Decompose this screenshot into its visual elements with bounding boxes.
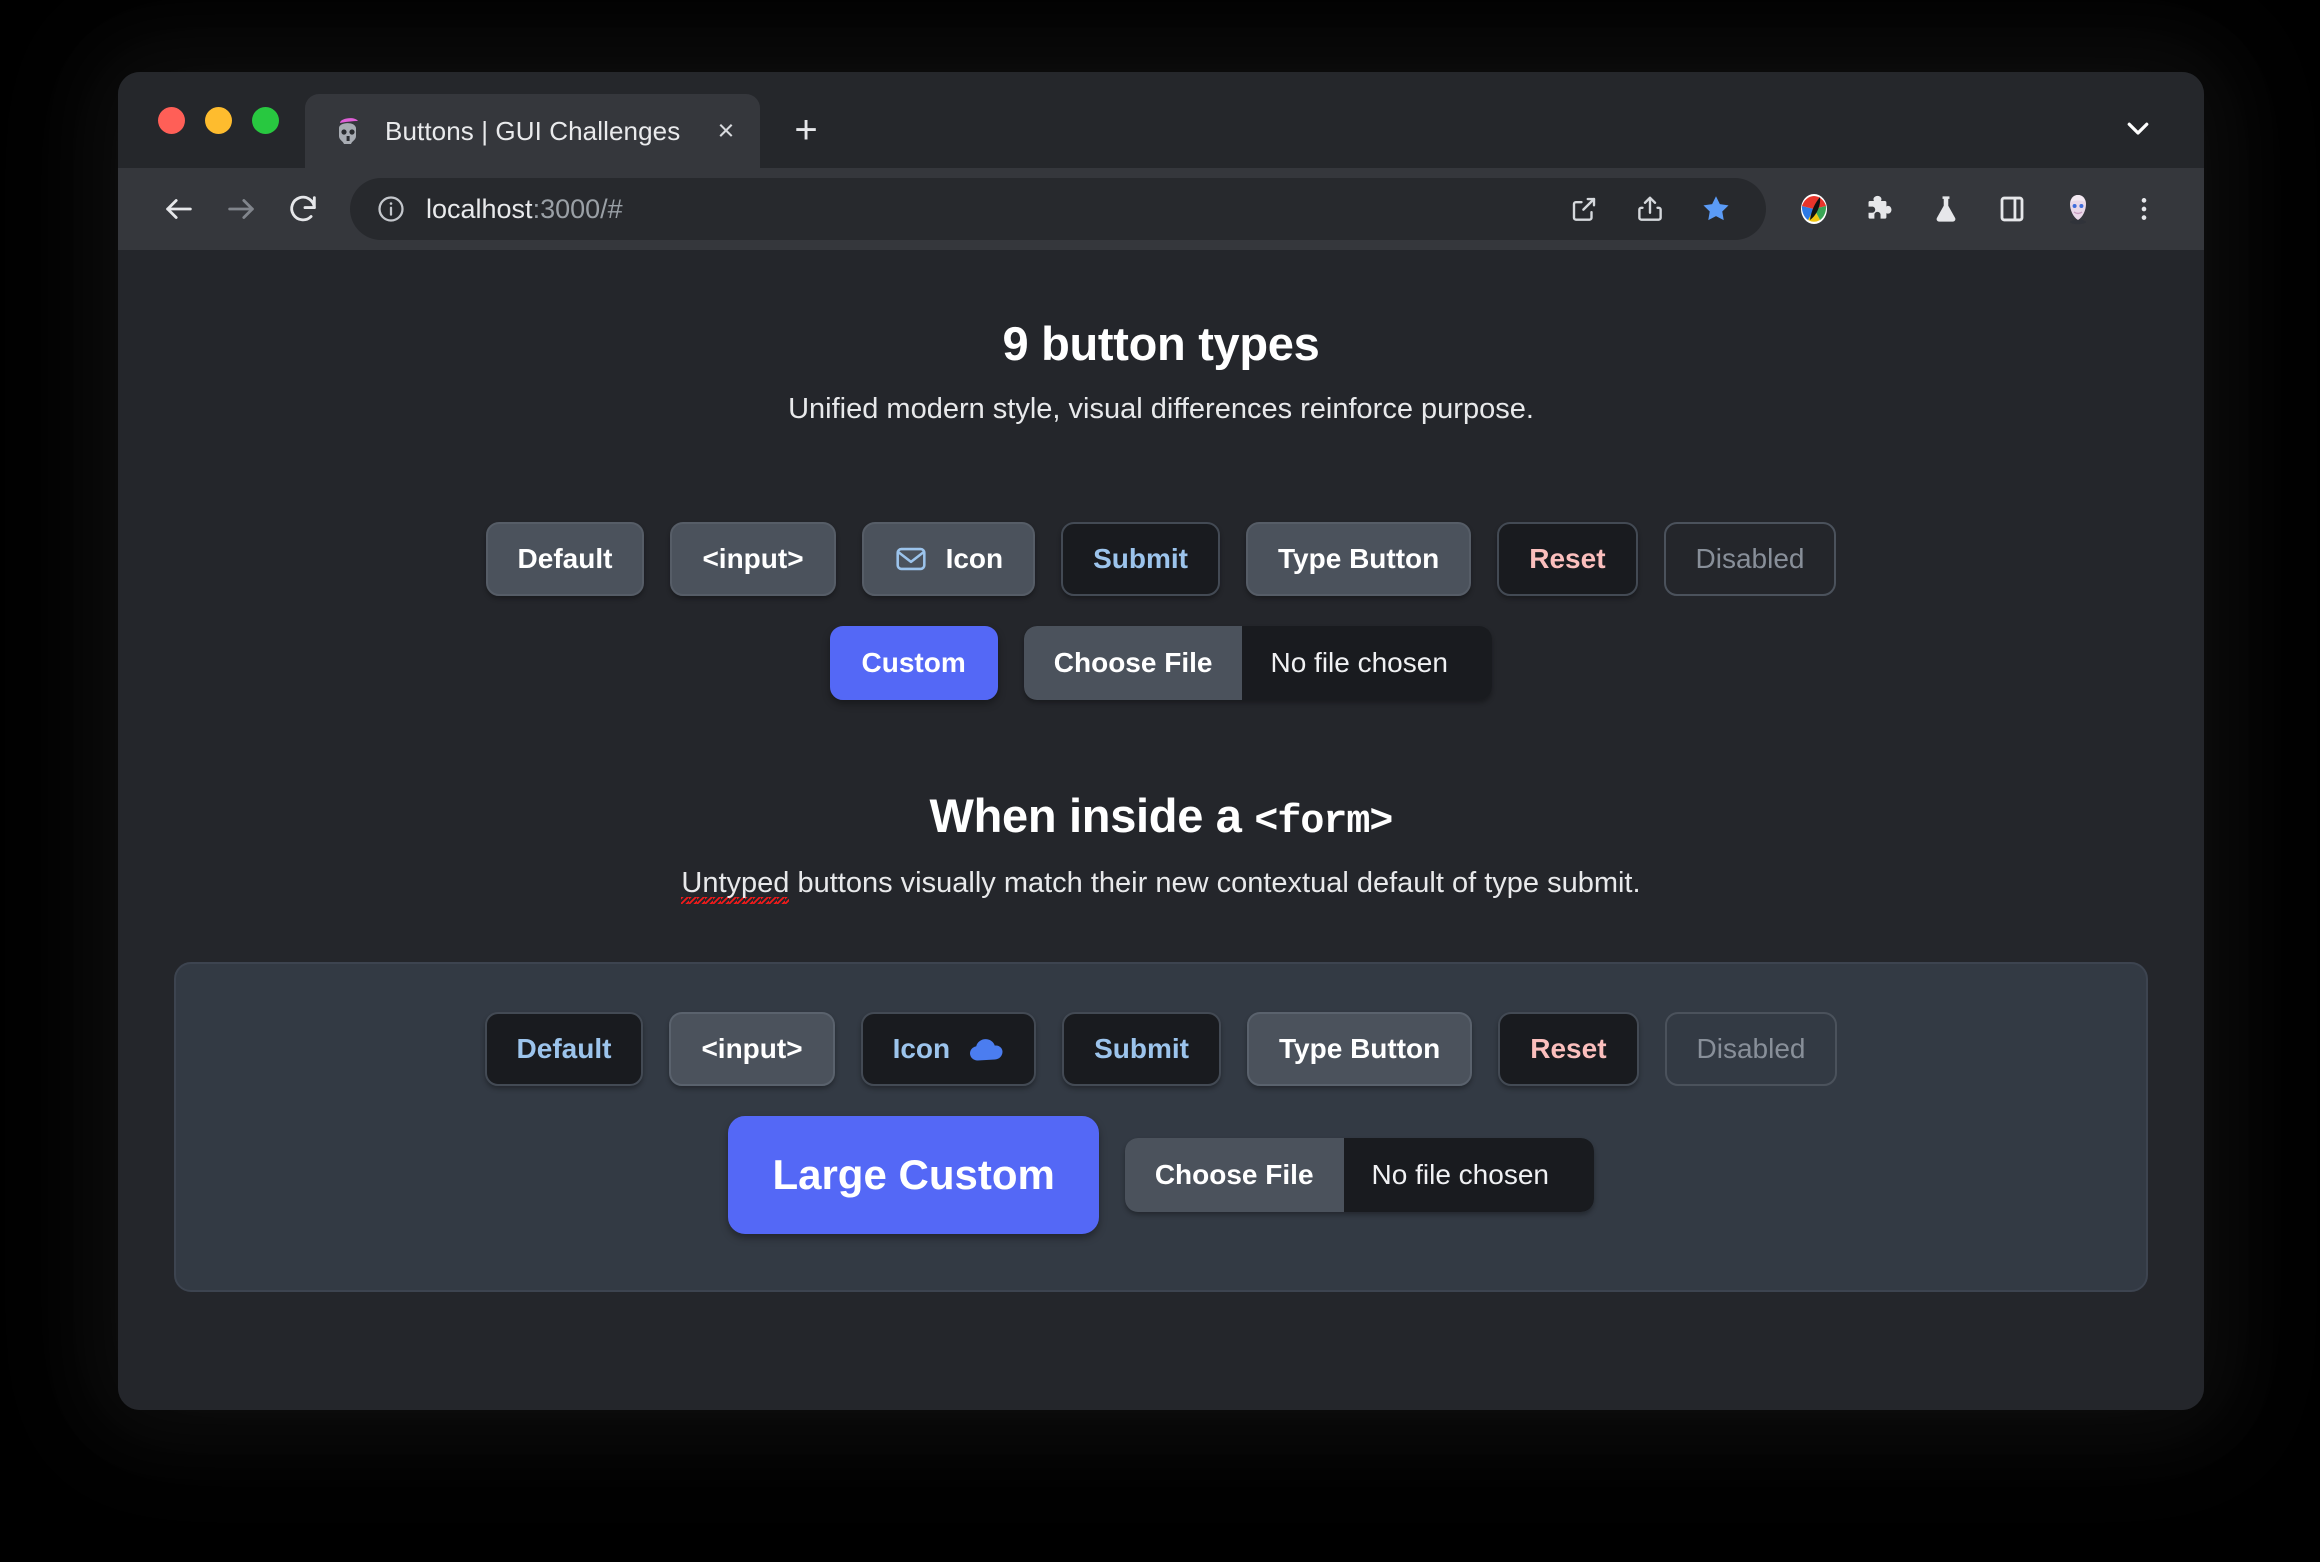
window-maximize-button[interactable] (252, 106, 279, 134)
browser-tab[interactable]: Buttons | GUI Challenges × (305, 94, 760, 168)
form-file-status-label: No file chosen (1343, 1138, 1594, 1212)
browser-tab-title: Buttons | GUI Challenges (385, 115, 681, 146)
form-tag-literal: <form> (1254, 800, 1393, 845)
form-button-reset[interactable]: Reset (1498, 1012, 1639, 1086)
file-status-label: No file chosen (1242, 626, 1493, 700)
button-custom[interactable]: Custom (829, 626, 998, 700)
tab-close-icon[interactable]: × (706, 111, 746, 151)
site-info-icon[interactable] (376, 194, 406, 224)
button-label: Submit (1094, 1033, 1190, 1064)
extension-icons (1788, 183, 2170, 235)
chevron-down-icon[interactable] (2116, 106, 2160, 150)
open-external-icon[interactable] (1556, 181, 1612, 237)
page-viewport: 9 button types Unified modern style, vis… (118, 250, 2204, 1410)
form-button-disabled: Disabled (1664, 1012, 1838, 1086)
demo-form: Default <input> Icon Submit Type Button … (174, 962, 2148, 1292)
form-section-title-text: When inside a (929, 789, 1255, 842)
form-section-subtitle-rest: buttons visually match their new context… (789, 867, 1641, 899)
button-icon[interactable]: Icon (861, 522, 1036, 596)
button-submit[interactable]: Submit (1061, 522, 1221, 596)
mail-envelope-icon (894, 542, 928, 576)
form-button-icon[interactable]: Icon (860, 1012, 1037, 1086)
form-button-row-1: Default <input> Icon Submit Type Button … (176, 1012, 2146, 1086)
profile-avatar-icon[interactable] (2052, 183, 2104, 235)
page-title: 9 button types (1002, 317, 1320, 370)
omnibox-url-text: localhost:3000/# (426, 194, 623, 225)
three-dot-menu-icon[interactable] (2118, 183, 2170, 235)
forward-arrow-icon[interactable] (210, 178, 272, 240)
reload-icon[interactable] (272, 178, 334, 240)
button-default[interactable]: Default (485, 522, 645, 596)
back-arrow-icon[interactable] (148, 178, 210, 240)
button-label: Default (517, 543, 613, 574)
form-section-subtitle: Untyped buttons visually match their new… (118, 867, 2204, 908)
form-section-title: When inside a <form> (118, 788, 2204, 845)
color-wheel-extension-icon[interactable] (1788, 183, 1840, 235)
cloud-icon (968, 1034, 1004, 1064)
form-button-type-button[interactable]: Type Button (1247, 1012, 1473, 1086)
button-label: Large Custom (772, 1151, 1055, 1198)
form-button-row-2: Large Custom Choose File No file chosen (176, 1116, 2146, 1234)
tab-strip: Buttons | GUI Challenges × + (118, 72, 2204, 168)
button-label: <input> (702, 543, 804, 574)
form-button-input[interactable]: <input> (669, 1012, 835, 1086)
standalone-button-row-1: Default <input> Icon Submit Type Button … (118, 522, 2204, 596)
omnibox-actions (1556, 181, 1744, 237)
flask-experiments-icon[interactable] (1920, 183, 1972, 235)
page-content: 9 button types Unified modern style, vis… (118, 250, 2204, 1292)
window-minimize-button[interactable] (205, 106, 232, 134)
window-close-button[interactable] (158, 106, 185, 134)
form-choose-file-button[interactable]: Choose File (1124, 1138, 1344, 1212)
skull-mohawk-favicon (331, 114, 365, 148)
button-input[interactable]: <input> (670, 522, 836, 596)
button-label: Type Button (1279, 1033, 1441, 1064)
url-host: localhost (426, 193, 533, 224)
spellcheck-flagged-word: Untyped (681, 867, 790, 908)
button-type-button[interactable]: Type Button (1246, 522, 1472, 596)
button-label: Icon (892, 1033, 951, 1064)
browser-window: Buttons | GUI Challenges × + localhost:3… (118, 72, 2204, 1410)
side-panel-icon[interactable] (1986, 183, 2038, 235)
form-button-large-custom[interactable]: Large Custom (728, 1116, 1099, 1234)
form-button-submit[interactable]: Submit (1062, 1012, 1222, 1086)
choose-file-button[interactable]: Choose File (1023, 626, 1243, 700)
button-label: Disabled (1695, 543, 1805, 574)
omnibox[interactable]: localhost:3000/# (350, 178, 1766, 240)
form-button-default[interactable]: Default (484, 1012, 644, 1086)
button-label: Reset (1530, 1033, 1607, 1064)
button-disabled: Disabled (1663, 522, 1837, 596)
url-path: :3000/# (532, 193, 623, 224)
button-label: Custom (861, 647, 966, 678)
bookmark-star-icon[interactable] (1688, 181, 1744, 237)
form-card-wrap: Default <input> Icon Submit Type Button … (118, 962, 2204, 1292)
button-label: Default (516, 1033, 612, 1064)
file-input[interactable]: Choose File No file chosen (1023, 626, 1493, 700)
form-file-input[interactable]: Choose File No file chosen (1124, 1138, 1594, 1212)
puzzle-extensions-icon[interactable] (1854, 183, 1906, 235)
button-label: Submit (1093, 543, 1189, 574)
share-icon[interactable] (1622, 181, 1678, 237)
page-subtitle: Unified modern style, visual differences… (788, 393, 1534, 425)
button-reset[interactable]: Reset (1497, 522, 1638, 596)
window-traffic-lights (118, 72, 305, 168)
standalone-button-row-2: Custom Choose File No file chosen (118, 626, 2204, 700)
button-label: <input> (701, 1033, 803, 1064)
button-label: Disabled (1696, 1033, 1806, 1064)
new-tab-button[interactable]: + (778, 102, 834, 158)
button-label: Icon (945, 543, 1004, 574)
browser-toolbar: localhost:3000/# (118, 168, 2204, 250)
button-label: Reset (1529, 543, 1606, 574)
button-label: Type Button (1278, 543, 1440, 574)
